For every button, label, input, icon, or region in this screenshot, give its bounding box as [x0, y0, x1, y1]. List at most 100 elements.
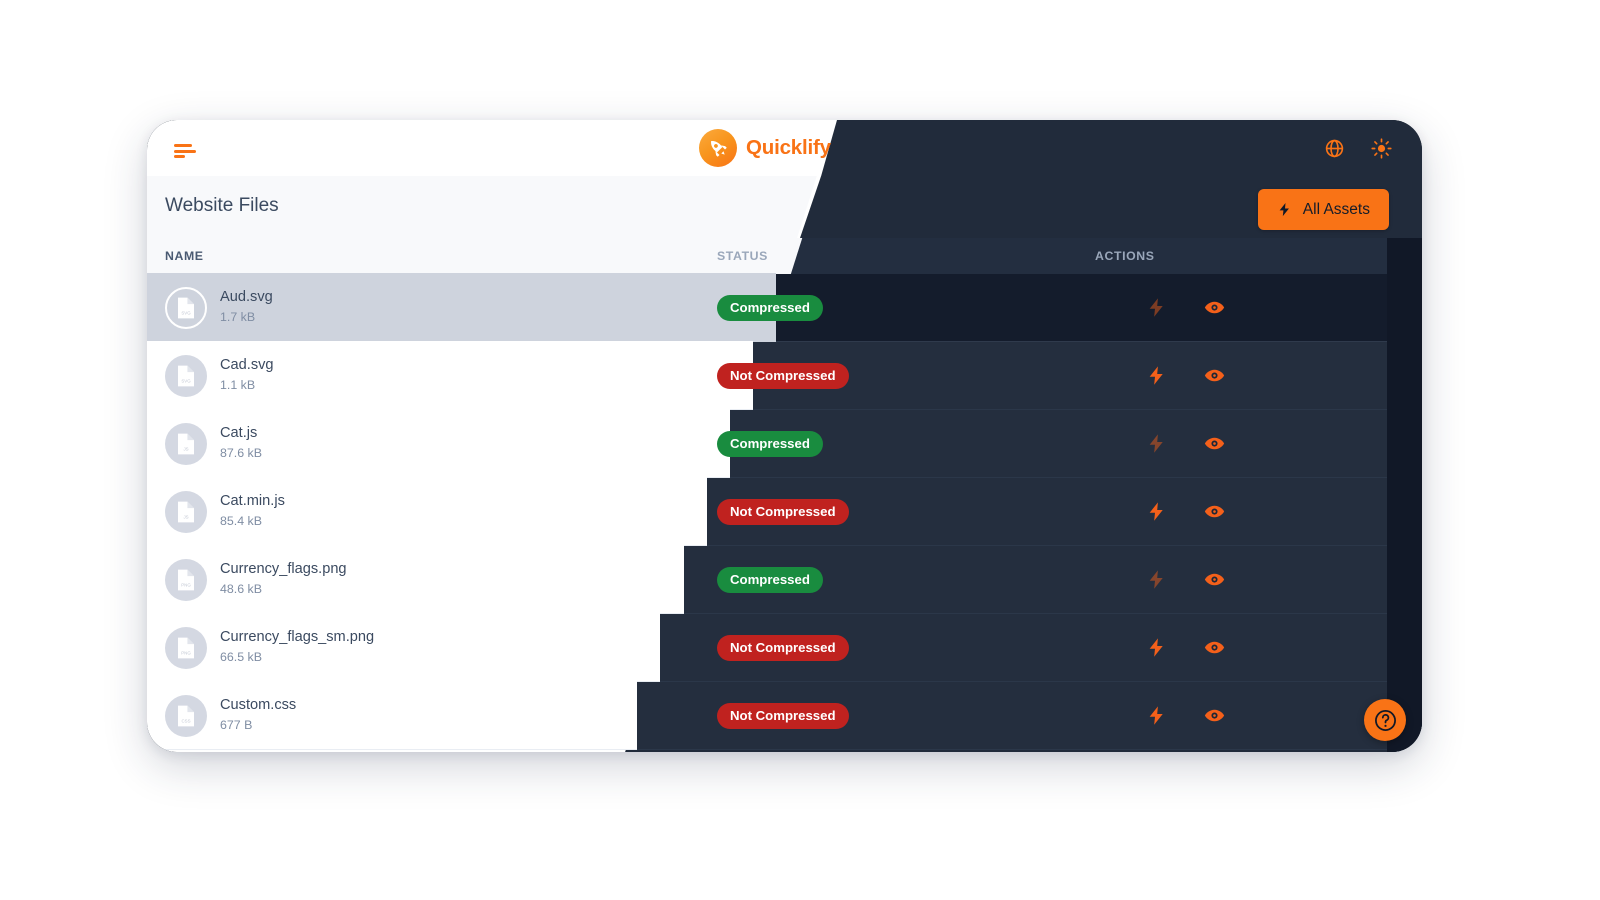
app-header: Quicklify	[147, 120, 1422, 176]
page-title: Website Files	[165, 195, 279, 216]
file-size: 85.4 kB	[220, 514, 263, 529]
status-badge: Not Compressed	[717, 634, 849, 661]
file-name-cell: PNG Currency_flags_sm.png 66.5 kB	[165, 614, 374, 681]
file-name: Cat.js	[220, 424, 258, 441]
table-row[interactable]: JS Cat.js 87.6 kB Compressed	[147, 409, 1422, 478]
svg-text:SVG: SVG	[181, 378, 191, 383]
row-content: JS Cat.js 87.6 kB Compressed	[147, 410, 1422, 477]
file-name: Currency_flags.png	[220, 560, 347, 577]
table-row[interactable]: CSS Custom.css 677 B Not Compressed	[147, 681, 1422, 750]
svg-text:JS: JS	[183, 514, 188, 519]
file-icon: JS	[165, 490, 207, 533]
row-content: PNG Currency_flags.png 48.6 kB Compressed	[147, 546, 1422, 613]
eye-icon[interactable]	[1204, 637, 1225, 658]
file-size: 66.5 kB	[220, 650, 263, 665]
status-cell: Not Compressed	[717, 478, 849, 545]
file-size: 677 B	[220, 718, 253, 733]
all-assets-label: All Assets	[1302, 200, 1370, 218]
file-icon: JS	[165, 422, 207, 465]
status-cell: Not Compressed	[717, 682, 849, 749]
bolt-icon[interactable]	[1146, 501, 1167, 522]
status-badge: Not Compressed	[717, 362, 849, 389]
question-mark-icon	[1374, 709, 1396, 731]
help-button[interactable]	[1364, 699, 1406, 741]
row-content: CSS Custom.css 677 B Not Compressed	[147, 682, 1422, 749]
status-cell: Compressed	[717, 274, 823, 341]
column-header-name: NAME	[165, 249, 204, 263]
eye-icon[interactable]	[1204, 569, 1225, 590]
file-size: 1.7 kB	[220, 310, 256, 325]
svg-text:SVG: SVG	[181, 310, 191, 315]
status-badge: Not Compressed	[717, 702, 849, 729]
brand-name: Quicklify	[746, 136, 831, 159]
file-icon: SVG	[165, 286, 207, 329]
column-header-status: STATUS	[717, 249, 768, 263]
actions-cell	[1095, 410, 1275, 477]
eye-icon[interactable]	[1204, 297, 1225, 318]
file-meta: Aud.svg 1.7 kB	[220, 288, 273, 328]
file-icon: PNG	[165, 626, 207, 669]
actions-cell	[1095, 682, 1275, 749]
file-meta: Custom.css 677 B	[220, 696, 296, 736]
globe-icon[interactable]	[1324, 138, 1345, 159]
table-row[interactable]: PNG Currency_flags.png 48.6 kB Compressed	[147, 545, 1422, 614]
svg-text:CSS: CSS	[181, 718, 190, 723]
status-cell: Not Compressed	[717, 342, 849, 409]
table-column-headers: NAME STATUS ACTIONS	[147, 238, 1422, 274]
eye-icon[interactable]	[1204, 501, 1225, 522]
file-name: Currency_flags_sm.png	[220, 628, 375, 645]
eye-icon[interactable]	[1204, 705, 1225, 726]
file-name-cell: CSS Custom.css 677 B	[165, 682, 296, 749]
file-table-body: SVG Aud.svg 1.7 kB Compressed SVG Cad.svg 1.1 …	[147, 273, 1422, 752]
all-assets-button[interactable]: All Assets	[1257, 189, 1389, 230]
file-name: Cat.min.js	[220, 492, 285, 509]
file-size: 48.6 kB	[220, 582, 263, 597]
file-meta: Currency_flags.png 48.6 kB	[220, 560, 347, 600]
status-cell: Compressed	[717, 410, 823, 477]
column-header-actions: ACTIONS	[1095, 249, 1155, 263]
brand-logo[interactable]: Quicklify	[699, 129, 831, 167]
table-row[interactable]: JS Cat.min.js 85.4 kB Not Compressed	[147, 477, 1422, 546]
brightness-icon[interactable]	[1371, 137, 1392, 159]
file-name-cell: SVG Cad.svg 1.1 kB	[165, 342, 274, 409]
actions-cell	[1095, 478, 1275, 545]
actions-cell	[1095, 342, 1275, 409]
file-name: Aud.svg	[220, 288, 273, 305]
actions-cell	[1095, 614, 1275, 681]
status-badge: Compressed	[717, 294, 823, 321]
table-row[interactable]: SVG Aud.svg 1.7 kB Compressed	[147, 273, 1422, 342]
table-row[interactable]: PNG Currency_flags_sm.png 66.5 kB Not Compr…	[147, 613, 1422, 682]
hamburger-menu-icon[interactable]	[174, 144, 196, 158]
file-icon: PNG	[165, 558, 207, 601]
bolt-icon[interactable]	[1146, 637, 1167, 658]
eye-icon[interactable]	[1204, 365, 1225, 386]
status-cell: Compressed	[717, 546, 823, 613]
file-name-cell: SVG Aud.svg 1.7 kB	[165, 274, 273, 341]
row-content: JS Cat.min.js 85.4 kB Not Compressed	[147, 478, 1422, 545]
status-badge: Compressed	[717, 430, 823, 457]
bolt-icon[interactable]	[1146, 433, 1167, 454]
bolt-icon[interactable]	[1146, 705, 1167, 726]
file-size: 87.6 kB	[220, 446, 263, 461]
rocket-icon	[699, 129, 737, 167]
eye-icon[interactable]	[1204, 433, 1225, 454]
row-content: PNG Currency_flags_sm.png 66.5 kB Not Compr…	[147, 614, 1422, 681]
file-icon: SVG	[165, 354, 207, 397]
svg-text:JS: JS	[183, 446, 188, 451]
file-name: Cad.svg	[220, 356, 274, 373]
file-size: 1.1 kB	[220, 378, 256, 393]
page-header-band	[147, 176, 1422, 238]
status-cell: Not Compressed	[717, 614, 849, 681]
status-badge: Not Compressed	[717, 498, 849, 525]
svg-text:PNG: PNG	[181, 650, 191, 655]
right-gutter	[1387, 238, 1422, 752]
status-badge: Compressed	[717, 566, 823, 593]
bolt-icon[interactable]	[1146, 569, 1167, 590]
actions-cell	[1095, 274, 1275, 341]
bolt-icon[interactable]	[1146, 297, 1167, 318]
file-name-cell: PNG Currency_flags.png 48.6 kB	[165, 546, 347, 613]
file-name-cell: JS Cat.min.js 85.4 kB	[165, 478, 285, 545]
bolt-icon[interactable]	[1146, 365, 1167, 386]
table-row[interactable]: SVG Cad.svg 1.1 kB Not Compressed	[147, 341, 1422, 410]
file-meta: Cat.js 87.6 kB	[220, 424, 262, 464]
